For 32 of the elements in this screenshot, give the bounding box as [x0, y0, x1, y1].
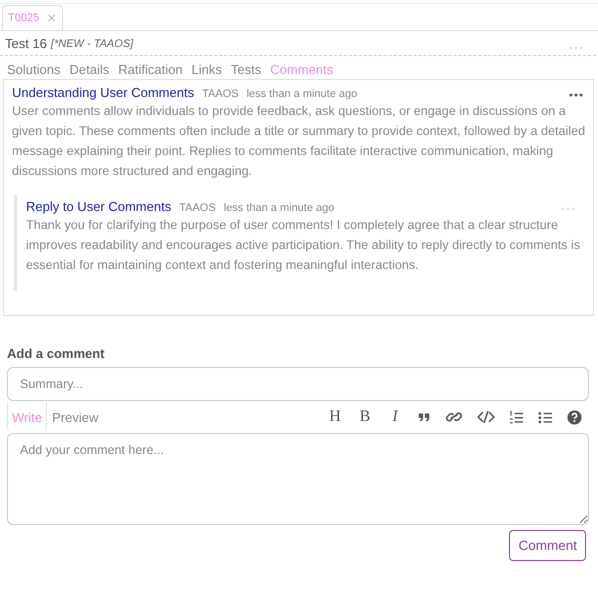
bullet-list-icon[interactable] — [538, 410, 553, 424]
code-icon[interactable] — [477, 410, 495, 424]
summary-field[interactable]: Summary... — [7, 367, 589, 401]
ordered-list-icon[interactable] — [509, 410, 524, 424]
bold-button[interactable]: B — [350, 408, 380, 426]
nav-tab[interactable]: Solutions — [7, 62, 60, 77]
section-heading: Add a comment — [7, 346, 106, 361]
italic-button[interactable]: I — [380, 408, 410, 426]
reply-title[interactable]: Reply to User Comments — [26, 199, 172, 214]
reply-time: less than a minute ago — [224, 202, 334, 214]
link-icon[interactable] — [445, 410, 463, 424]
more-icon[interactable] — [569, 93, 583, 97]
heading-button[interactable]: H — [320, 408, 350, 426]
editor-tab[interactable]: Preview — [47, 402, 104, 432]
nav-tab[interactable]: Details — [69, 62, 110, 77]
nav-tab[interactable]: Tests — [230, 62, 262, 77]
comment-input[interactable]: Add your comment here... — [7, 433, 589, 525]
nav-tab[interactable]: Comments — [270, 62, 334, 77]
record-title: Test 16 — [5, 36, 47, 51]
document-tab[interactable]: T0025 × — [2, 5, 63, 30]
reply-body: Thank you for clarifying the purpose of user comments! I completely agree that a clear structure improves readability and encourages active participation. The ability to reply directly to comments is essential for maintaining context and fostering meaningful interactions. — [26, 217, 582, 274]
comment-author: TAAOS — [202, 88, 239, 100]
nav-tab[interactable]: Ratification — [118, 62, 183, 77]
comment-title[interactable]: Understanding User Comments — [12, 85, 194, 100]
comment-time: less than a minute ago — [246, 88, 358, 100]
comment-body: User comments allow individuals to provide feedback, ask questions, or engage in discussions on a given topic. These comments often include a title or summary to provide context, followed by a detailed message explaining their point. Replies to comments facilitate interactive communication, making discussions more structured and engaging. — [12, 103, 586, 180]
nav-tab[interactable]: Links — [192, 62, 222, 77]
comment-button[interactable]: Comment — [509, 530, 586, 561]
record-status: [*NEW - TAAOS] — [50, 38, 134, 50]
help-icon[interactable] — [567, 410, 582, 424]
reply-author: TAAOS — [179, 202, 216, 214]
editor-tab[interactable]: Write — [7, 402, 48, 432]
